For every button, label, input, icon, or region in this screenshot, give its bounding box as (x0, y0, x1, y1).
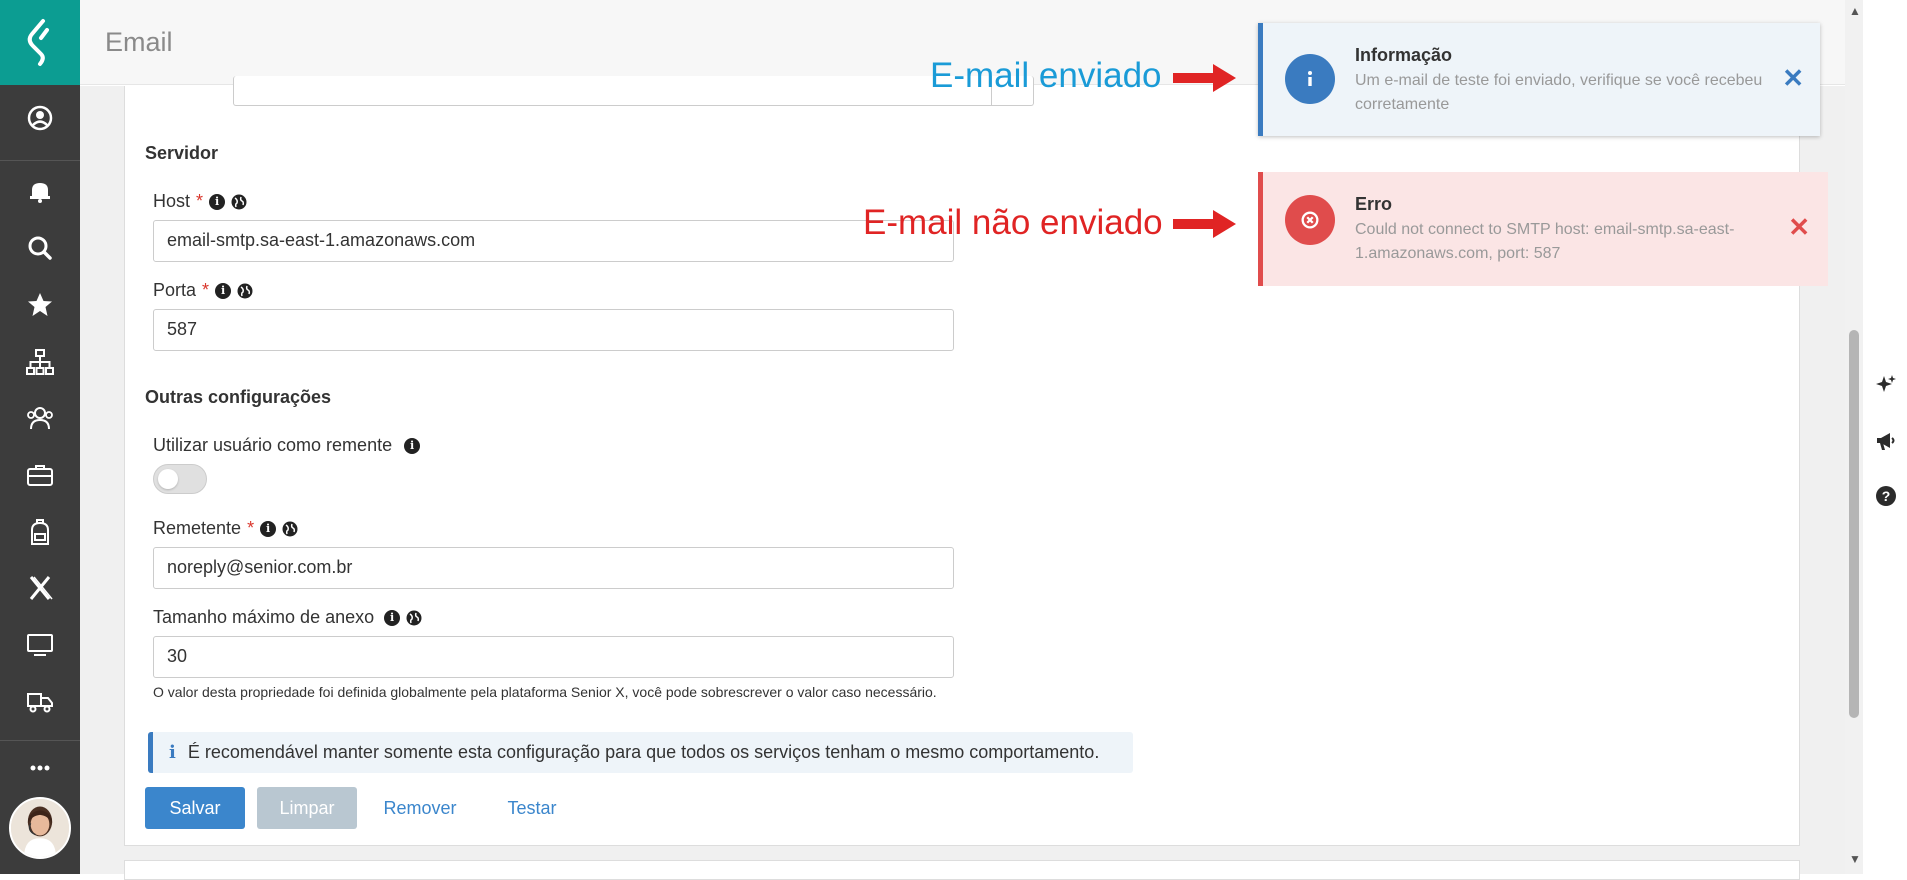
avatar[interactable] (9, 797, 71, 859)
tamanho-input[interactable]: 30 (153, 636, 954, 678)
utilizar-usuario-toggle[interactable] (153, 464, 207, 494)
global-value-help-text: O valor desta propriedade foi definida g… (153, 684, 937, 700)
nav-divider (0, 160, 80, 161)
next-card (124, 860, 1800, 880)
remetente-input[interactable]: noreply@senior.com.br (153, 547, 954, 589)
remove-button[interactable]: Remover (373, 787, 467, 829)
sparkle-icon[interactable] (1875, 374, 1897, 396)
nav-divider (0, 740, 80, 741)
senior-logo[interactable] (0, 0, 80, 85)
close-icon[interactable]: ✕ (1788, 212, 1810, 243)
globe-icon (282, 521, 298, 537)
section-title-outras: Outras configurações (145, 387, 332, 407)
globe-icon (231, 194, 247, 210)
info-icon[interactable]: i (209, 193, 226, 210)
required-marker: * (196, 191, 204, 211)
remetente-label-text: Remetente (153, 518, 242, 538)
toast-error: Erro Could not connect to SMTP host: ema… (1258, 172, 1828, 286)
scroll-down-icon[interactable]: ▼ (1849, 852, 1861, 866)
host-label-text: Host (153, 191, 191, 211)
info-icon[interactable]: i (384, 609, 401, 626)
help-icon[interactable]: ? (1875, 485, 1897, 507)
scrollbar[interactable]: ▲ ▼ (1845, 0, 1863, 874)
toast-error-title: Erro (1355, 194, 1393, 214)
required-marker: * (202, 280, 210, 300)
toast-info: Informação Um e-mail de teste foi enviad… (1258, 23, 1820, 136)
tamanho-label-text: Tamanho máximo de anexo (153, 607, 375, 627)
section-title-servidor: Servidor (145, 143, 219, 163)
test-button[interactable]: Testar (495, 787, 569, 829)
megaphone-icon[interactable] (1875, 430, 1897, 452)
utilizar-usuario-label: Utilizar usuário como remente i (153, 435, 421, 456)
backpack-icon[interactable] (20, 512, 60, 552)
bell-icon[interactable] (20, 171, 60, 211)
right-toolbar: ? (1863, 0, 1907, 874)
annotation-not-sent: E-mail não enviado (863, 203, 1163, 242)
monitor-icon[interactable] (20, 625, 60, 665)
info-banner: i É recomendável manter somente esta con… (148, 732, 1133, 773)
info-icon[interactable]: i (260, 520, 277, 537)
toast-info-title: Informação (1355, 45, 1453, 65)
more-icon[interactable] (20, 748, 60, 788)
annotation-sent: E-mail enviado (930, 56, 1162, 95)
briefcase-icon[interactable] (20, 455, 60, 495)
toggle-knob (158, 469, 178, 489)
utilizar-usuario-label-text: Utilizar usuário como remente (153, 435, 393, 455)
org-chart-icon[interactable] (20, 342, 60, 382)
clear-button[interactable]: Limpar (257, 787, 357, 829)
x-icon[interactable] (20, 568, 60, 608)
search-icon[interactable] (20, 228, 60, 268)
host-input[interactable]: email-smtp.sa-east-1.amazonaws.com (153, 220, 954, 262)
globe-icon (406, 610, 422, 626)
required-marker: * (247, 518, 255, 538)
star-icon[interactable] (20, 285, 60, 325)
remetente-label: Remetente * i (153, 518, 298, 539)
porta-input[interactable]: 587 (153, 309, 954, 351)
sidebar (0, 0, 80, 874)
host-label: Host * i (153, 191, 247, 212)
svg-text:?: ? (1882, 488, 1891, 504)
user-circle-icon[interactable] (20, 98, 60, 138)
scroll-thumb[interactable] (1849, 330, 1859, 718)
info-icon[interactable]: i (404, 437, 421, 454)
globe-icon (237, 283, 253, 299)
porta-label-text: Porta (153, 280, 197, 300)
truck-icon[interactable] (20, 682, 60, 722)
team-icon[interactable] (20, 398, 60, 438)
scrolled-input[interactable] (233, 76, 1034, 106)
toast-error-message: Could not connect to SMTP host: email-sm… (1355, 221, 1735, 262)
save-button[interactable]: Salvar (145, 787, 245, 829)
toast-info-message: Um e-mail de teste foi enviado, verifiqu… (1355, 72, 1763, 113)
arrow-right-icon (1173, 210, 1236, 238)
info-icon (1285, 54, 1335, 104)
info-icon: i (169, 742, 176, 763)
arrow-right-icon (1173, 64, 1236, 92)
info-banner-text: É recomendável manter somente esta confi… (187, 742, 1100, 762)
scroll-up-icon[interactable]: ▲ (1849, 4, 1861, 18)
porta-label: Porta * i (153, 280, 253, 301)
senior-logo-icon (27, 18, 49, 66)
info-icon[interactable]: i (215, 282, 232, 299)
page-title: Email (105, 27, 173, 57)
error-icon (1285, 195, 1335, 245)
tamanho-label: Tamanho máximo de anexo i (153, 607, 422, 628)
close-icon[interactable]: ✕ (1782, 63, 1804, 94)
